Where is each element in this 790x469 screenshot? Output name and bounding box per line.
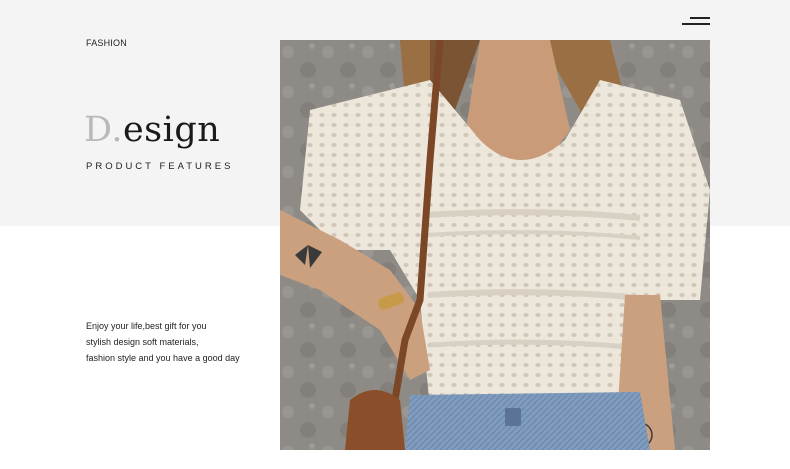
design-title: D.esign	[84, 108, 220, 152]
hamburger-menu-icon[interactable]	[682, 15, 710, 29]
description-line: stylish design soft materials,	[86, 337, 199, 347]
product-features-subtitle: PRODUCT FEATURES	[86, 161, 234, 172]
product-photo-illustration	[280, 40, 710, 450]
product-photo	[280, 40, 710, 450]
menu-line-long	[682, 23, 710, 25]
design-title-rest: esign	[122, 110, 221, 150]
description-line: Enjoy your life,best gift for you	[86, 321, 207, 331]
menu-line-short	[690, 17, 710, 19]
section-label: FASHION	[86, 38, 127, 48]
design-title-initial: D.	[84, 110, 123, 150]
description-line: fashion style and you have a good day	[86, 353, 240, 363]
description-text: Enjoy your life,best gift for you stylis…	[86, 318, 271, 366]
